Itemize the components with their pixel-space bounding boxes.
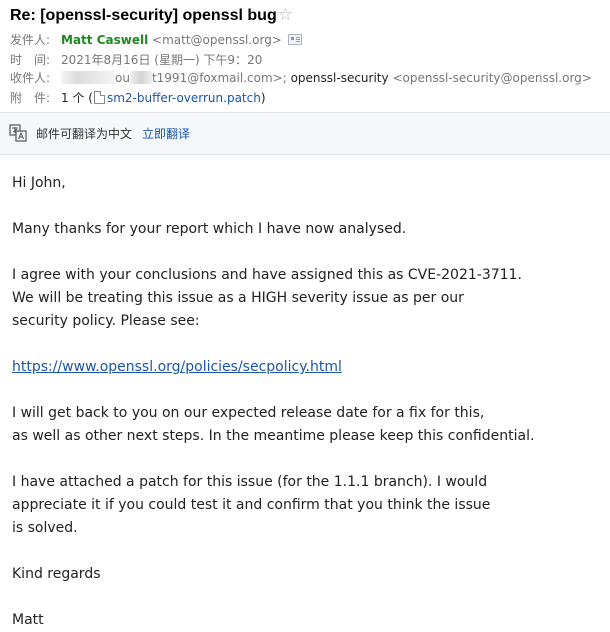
body-line: I will get back to you on our expected r… xyxy=(12,405,485,421)
attachment-row: 附 件: 1 个 ( sm2-buffer-overrun.patch) xyxy=(10,89,266,106)
recipient-name[interactable]: openssl-security xyxy=(291,71,389,85)
body-line: We will be treating this issue as a HIGH… xyxy=(12,290,464,306)
translate-now-link[interactable]: 立即翻译 xyxy=(142,125,190,142)
body-line: as well as other next steps. In the mean… xyxy=(12,428,535,444)
body-line: security policy. Please see: xyxy=(12,313,200,329)
from-label: 发件人: xyxy=(10,33,51,47)
attachment-close: ) xyxy=(260,91,266,105)
email-header: Re: [openssl-security] openssl bug☆ 发件人:… xyxy=(0,0,610,112)
time-label: 时 间: xyxy=(10,53,51,67)
from-row: 发件人: Matt Caswell <matt@openssl.org> xyxy=(10,31,302,48)
body-line: Hi John, xyxy=(12,175,66,191)
body-link-line: https://www.openssl.org/policies/secpoli… xyxy=(12,356,602,379)
body-line: is solved. xyxy=(12,520,78,536)
email-body: Hi John, Many thanks for your report whi… xyxy=(12,172,602,632)
redacted-text xyxy=(129,71,152,84)
translate-bar: 邮件可翻译为中文 立即翻译 xyxy=(0,113,610,154)
signoff-line: Kind regards xyxy=(12,566,101,582)
to-label: 收件人: xyxy=(10,71,51,85)
contact-card-icon[interactable] xyxy=(287,34,302,45)
body-line: I have attached a patch for this issue (… xyxy=(12,474,488,490)
signature-line: Matt xyxy=(12,612,44,628)
redacted-text xyxy=(61,71,115,84)
time-row: 时 间: 2021年8月16日 (星期一) 下午9：20 xyxy=(10,51,262,68)
attachment-count: 1 个 ( xyxy=(61,91,93,105)
file-icon xyxy=(93,91,105,104)
recipient-fragment-b[interactable]: t1991@foxmail.com>; xyxy=(152,71,287,85)
attachment-label: 附 件: xyxy=(10,91,51,105)
translate-icon xyxy=(9,124,27,142)
translate-label: 邮件可翻译为中文 xyxy=(36,127,133,141)
time-value: 2021年8月16日 (星期一) 下午9：20 xyxy=(61,53,263,67)
security-policy-link[interactable]: https://www.openssl.org/policies/secpoli… xyxy=(12,359,342,375)
body-line: I agree with your conclusions and have a… xyxy=(12,267,522,283)
body-line: Many thanks for your report which I have… xyxy=(12,221,407,237)
sender-name[interactable]: Matt Caswell xyxy=(61,33,148,47)
star-icon[interactable]: ☆ xyxy=(278,5,293,24)
attachment-link[interactable]: sm2-buffer-overrun.patch xyxy=(107,91,261,105)
divider xyxy=(0,154,610,155)
recipient-address[interactable]: <openssl-security@openssl.org> xyxy=(392,71,591,85)
subject-text: Re: [openssl-security] openssl bug xyxy=(10,7,277,24)
to-row: 收件人: ou t1991@foxmail.com>; openssl-securi… xyxy=(10,69,592,86)
recipient-fragment-a[interactable]: ou xyxy=(115,71,130,85)
email-subject: Re: [openssl-security] openssl bug☆ xyxy=(10,5,293,25)
sender-address[interactable]: <matt@openssl.org> xyxy=(152,33,282,47)
body-line: appreciate it if you could test it and c… xyxy=(12,497,491,513)
